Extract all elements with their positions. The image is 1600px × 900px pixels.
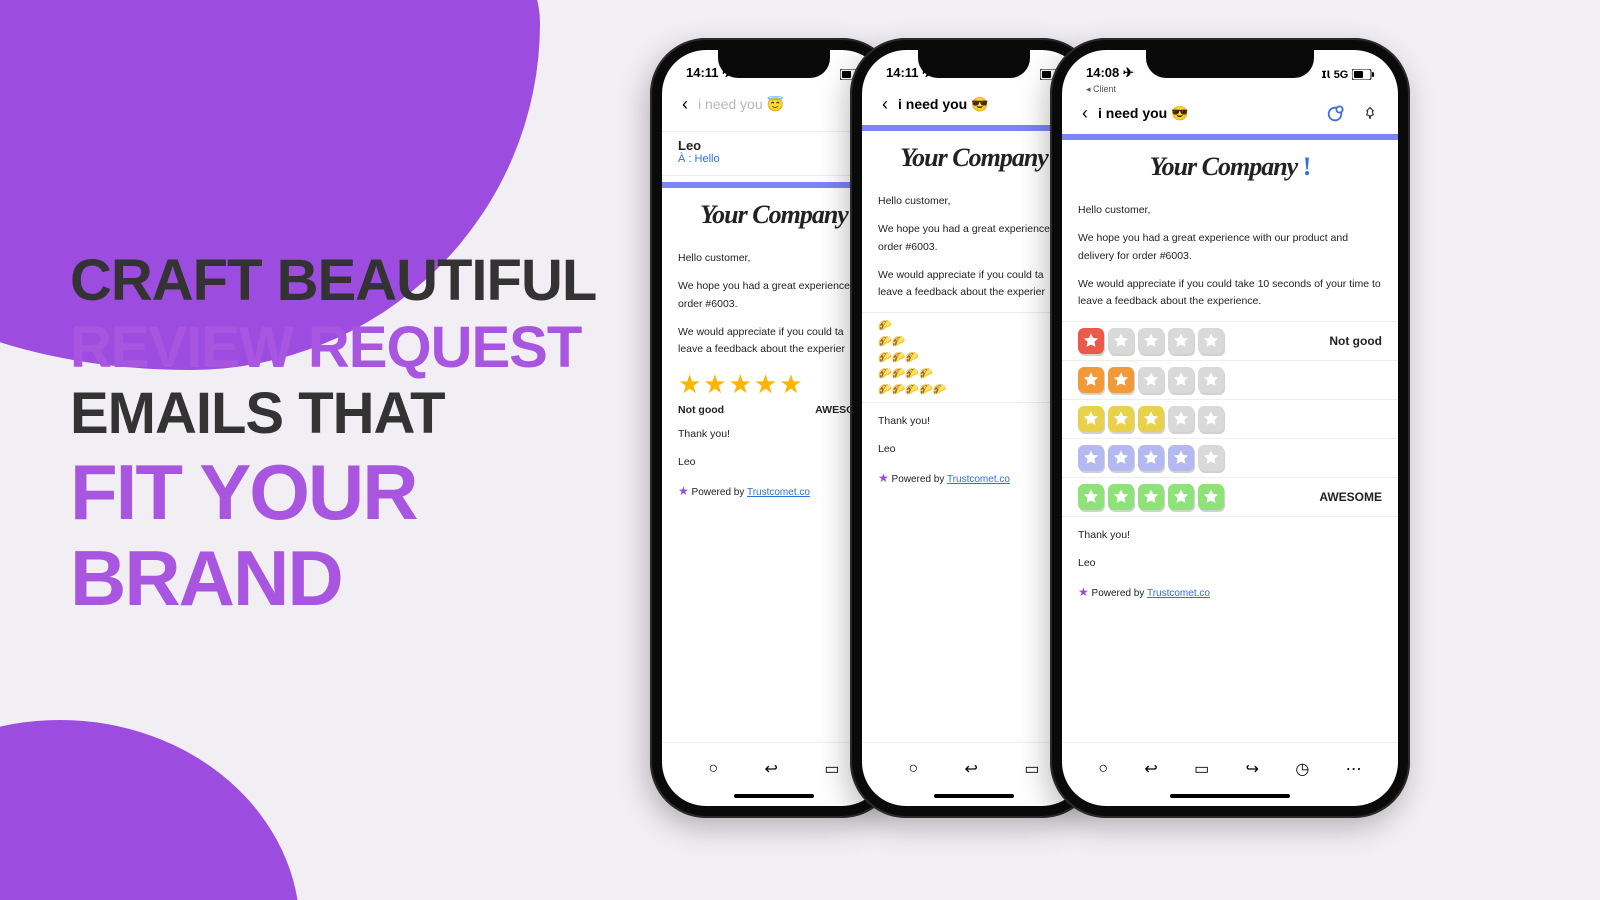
email-body-2: We would appreciate if you could taleave… [678, 324, 870, 360]
reply-icon[interactable]: ↩ [965, 759, 978, 779]
email-body-1: We hope you had a great experienceorder … [678, 278, 870, 314]
archive-icon[interactable]: ▭ [1194, 759, 1209, 779]
headline-line-4b: BRAND [70, 538, 596, 620]
battery-icon [1352, 69, 1374, 80]
back-icon[interactable]: ‹ [1082, 103, 1088, 124]
email-subject: i need you 😎 [1098, 105, 1189, 122]
brand-logo: Your Company [878, 143, 1070, 173]
email-body-1: We hope you had a great experience with … [1078, 230, 1382, 266]
status-time: 14:08 [1086, 65, 1119, 80]
powered-link[interactable]: Trustcomet.co [947, 474, 1010, 485]
archive-icon[interactable]: ▭ [1024, 759, 1039, 779]
rating-row-3[interactable] [1078, 406, 1382, 432]
rating-low-label: Not good [678, 404, 724, 416]
email-signature: Leo [1078, 555, 1382, 573]
powered-link[interactable]: Trustcomet.co [747, 487, 810, 498]
back-icon[interactable]: ‹ [682, 94, 688, 115]
forward-icon[interactable]: ↪ [1246, 759, 1259, 779]
email-signature: Leo [878, 441, 1070, 459]
purple-blob-bottom [0, 720, 300, 900]
email-body-2: We would appreciate if you could taleave… [878, 267, 1070, 303]
star-icon: ★ [678, 484, 689, 498]
email-thanks: Thank you! [678, 426, 870, 444]
headline-line-2: REVIEW REQUEST [70, 315, 596, 382]
greeting: Hello customer, [878, 193, 1070, 211]
archive-icon[interactable]: ▭ [824, 759, 839, 779]
phone-notch [718, 50, 830, 78]
circle-icon[interactable]: ○ [1098, 760, 1108, 778]
email-nav-row: ‹ i need you 😎 [1062, 95, 1398, 134]
rating-low-label: Not good [1329, 334, 1382, 348]
rating-high-label: AWESOME [1319, 490, 1382, 504]
greeting: Hello customer, [1078, 202, 1382, 220]
rating-taco-block[interactable]: 🌮 🌮🌮 🌮🌮🌮 🌮🌮🌮🌮 🌮🌮🌮🌮🌮 [878, 319, 1070, 396]
reply-icon[interactable]: ↩ [765, 759, 778, 779]
email-body-2: We would appreciate if you could take 10… [1078, 276, 1382, 312]
star-icon: ★ [1078, 585, 1089, 599]
phone-mockup-3: 14:08 ✈ 𝗜𝗹 5G ◂ Client ‹ i need you 😎 Yo… [1050, 38, 1410, 818]
phone-mockup-row: 14:11 ✈ ‹ i need you 😇 Leo À : Hello You… [650, 28, 1600, 898]
email-thanks: Thank you! [1078, 527, 1382, 545]
status-right: 𝗜𝗹 5G [1322, 66, 1375, 81]
recipient-line: À : Hello [678, 153, 870, 165]
email-subject: i need you 😇 [698, 96, 784, 113]
sender-name: Leo [678, 138, 870, 153]
clock-icon[interactable]: ◷ [1295, 759, 1309, 779]
headline-line-4a: FIT YOUR [70, 452, 596, 534]
powered-by: ★ Powered by Trustcomet.co [678, 484, 870, 498]
email-subject: i need you 😎 [898, 96, 989, 113]
rating-stars-gold[interactable]: ★★★★★ [678, 369, 870, 400]
reply-icon[interactable]: ↩ [1144, 759, 1157, 779]
rating-row-4[interactable] [1078, 445, 1382, 471]
powered-by: ★ Powered by Trustcomet.co [1078, 585, 1382, 599]
greeting: Hello customer, [678, 250, 870, 268]
marketing-headline: CRAFT BEAUTIFUL REVIEW REQUEST EMAILS TH… [70, 248, 596, 620]
star-icon: ★ [878, 471, 889, 485]
back-to-app[interactable]: ◂ Client [1062, 84, 1398, 95]
phone-notch [1146, 50, 1314, 78]
snooze-icon[interactable] [1326, 105, 1344, 123]
headline-line-3: EMAILS THAT [70, 381, 596, 448]
more-icon[interactable]: ⋯ [1346, 759, 1362, 779]
email-toolbar: ○ ↩ ▭ ↪ ◷ ⋯ [1062, 742, 1398, 794]
powered-by: ★ Powered by Trustcomet.co [878, 471, 1070, 485]
rating-row-1[interactable]: Not good [1078, 328, 1382, 354]
email-signature: Leo [678, 454, 870, 472]
headline-line-1: CRAFT BEAUTIFUL [70, 248, 596, 315]
home-indicator [934, 794, 1015, 798]
rating-row-2[interactable] [1078, 367, 1382, 393]
rating-row-5[interactable]: AWESOME [1078, 484, 1382, 510]
back-icon[interactable]: ‹ [882, 94, 888, 115]
status-time: 14:11 [886, 65, 919, 80]
circle-icon[interactable]: ○ [708, 760, 718, 778]
status-time: 14:11 [686, 65, 719, 80]
brand-logo: Your Company [678, 200, 870, 230]
phone-notch [918, 50, 1030, 78]
powered-link[interactable]: Trustcomet.co [1147, 588, 1210, 599]
email-body-1: We hope you had a great experienceorder … [878, 221, 1070, 257]
home-indicator [734, 794, 815, 798]
pin-icon[interactable] [1362, 106, 1378, 122]
home-indicator [1170, 794, 1291, 798]
brand-banner [1062, 134, 1398, 140]
brand-logo: Your Company ! [1078, 152, 1382, 182]
email-thanks: Thank you! [878, 413, 1070, 431]
circle-icon[interactable]: ○ [908, 760, 918, 778]
